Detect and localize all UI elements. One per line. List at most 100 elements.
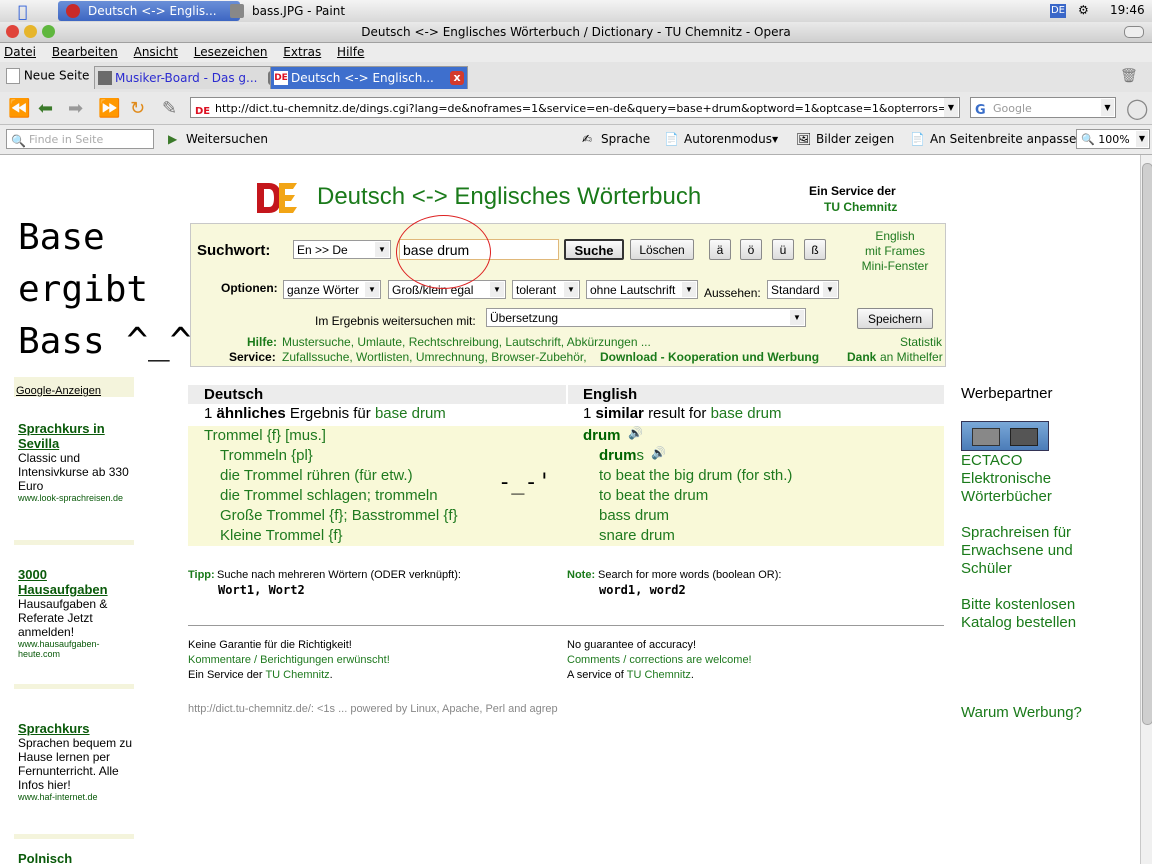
menu-extras[interactable]: Extras	[283, 43, 321, 62]
apple-icon[interactable]: 	[18, 2, 28, 21]
tab-musiker-board[interactable]: Musiker-Board - Das g... x	[94, 66, 286, 89]
comments-link-de[interactable]: Kommentare / Berichtigungen erwünscht!	[188, 654, 390, 666]
binoculars-icon[interactable]: ◯	[1126, 96, 1148, 120]
summary-query-link[interactable]: base drum	[711, 405, 782, 422]
menu-lesezeichen[interactable]: Lesezeichen	[194, 43, 268, 62]
fit-width-button[interactable]: An Seitenbreite anpassen	[930, 132, 1084, 146]
result-en-0[interactable]: drum	[583, 427, 621, 444]
service-links[interactable]: Zufallssuche, Wortlisten, Umrechnung, Br…	[282, 350, 587, 364]
speaker-icon[interactable]: 🔊	[651, 446, 666, 460]
reload-icon[interactable]: ↻	[130, 98, 145, 119]
result-en-5[interactable]: snare drum	[599, 527, 675, 544]
url-dropdown-icon[interactable]: ▼	[944, 98, 958, 117]
ectaco-image[interactable]	[961, 421, 1049, 451]
ad-item[interactable]: Sprachkurs Sprachen bequem zu Hause lern…	[14, 695, 134, 839]
summary-query-link[interactable]: base drum	[375, 405, 446, 422]
result-de-3[interactable]: die Trommel schlagen; trommeln	[220, 487, 438, 504]
tu-chemnitz-link[interactable]: TU Chemnitz	[824, 200, 897, 214]
result-de-5[interactable]: Kleine Trommel {f}	[220, 527, 343, 544]
ad-item[interactable]: Sprachkurs in Sevilla Classic und Intens…	[14, 403, 134, 545]
speaker-icon[interactable]: 🔊	[628, 426, 643, 440]
ad-url[interactable]: www.hausaufgaben-heute.com	[18, 639, 134, 659]
maximize-window-icon[interactable]	[42, 25, 55, 38]
fast-forward-icon[interactable]: ⏩	[98, 98, 120, 119]
download-link[interactable]: Download - Kooperation und Werbung	[600, 350, 819, 364]
why-ads-link[interactable]: Warum Werbung?	[961, 704, 1082, 721]
scrollbar-thumb[interactable]	[1142, 163, 1152, 725]
mini-window-link[interactable]: Mini-Fenster	[849, 259, 941, 273]
find-next-button[interactable]: Weitersuchen	[186, 132, 268, 146]
direction-select[interactable]: En >> De ▼	[293, 240, 391, 259]
close-window-icon[interactable]	[6, 25, 19, 38]
result-de-4[interactable]: Große Trommel {f}; Basstrommel {f}	[220, 507, 458, 524]
ad-title[interactable]: Sprachkurs	[18, 721, 134, 736]
english-link[interactable]: English	[849, 229, 941, 243]
ad-url[interactable]: www.haf-internet.de	[18, 792, 134, 802]
toolbar-toggle-icon[interactable]	[1124, 26, 1144, 38]
address-field[interactable]: DE http://dict.tu-chemnitz.de/dings.cgi?…	[190, 97, 960, 118]
chevron-down-icon[interactable]: ▼	[1101, 99, 1114, 116]
thanks-link[interactable]: Dank	[847, 350, 876, 364]
menu-hilfe[interactable]: Hilfe	[337, 43, 364, 62]
result-de-0[interactable]: Trommel {f} [mus.]	[204, 427, 326, 444]
forward-icon[interactable]: ➡	[68, 98, 83, 119]
ad-url[interactable]: www.look-sprachreisen.de	[18, 493, 134, 503]
trash-icon[interactable]: 🗑	[1120, 68, 1138, 84]
language-button[interactable]: Sprache	[601, 132, 650, 146]
dict-logo-icon[interactable]	[255, 181, 299, 215]
ad-item[interactable]: Polnisch	[14, 845, 134, 864]
web-search-field[interactable]: G Google ▼	[970, 97, 1116, 118]
ad-title[interactable]: Sprachkurs in Sevilla	[18, 421, 134, 451]
ad-item[interactable]: 3000 Hausaufgaben Hausaufgaben & Referat…	[14, 551, 134, 689]
ads-label[interactable]: Google-Anzeigen	[14, 377, 134, 397]
result-de-2[interactable]: die Trommel rühren (für etw.)	[220, 467, 413, 484]
ad-title[interactable]: Polnisch	[18, 851, 134, 864]
comments-link-en[interactable]: Comments / corrections are welcome!	[567, 654, 752, 666]
author-mode-button[interactable]: Autorenmodus	[684, 132, 772, 146]
new-tab-button[interactable]: Neue Seite	[6, 68, 89, 84]
tu-link[interactable]: TU Chemnitz	[265, 669, 329, 681]
statistics-link[interactable]: Statistik	[900, 335, 942, 349]
save-button[interactable]: Speichern	[857, 308, 933, 329]
taskbar-opera[interactable]: Deutsch <-> Englis...	[58, 1, 240, 21]
words-select[interactable]: ganze Wörter ▼	[283, 280, 381, 299]
search-button[interactable]: Suche	[564, 239, 624, 260]
tolerance-select[interactable]: tolerant ▼	[512, 280, 580, 299]
close-tab-icon[interactable]: x	[450, 71, 464, 85]
result-en-4[interactable]: bass drum	[599, 507, 669, 524]
back-icon[interactable]: ⬅	[38, 98, 53, 119]
tu-link[interactable]: TU Chemnitz	[627, 669, 691, 681]
menu-ansicht[interactable]: Ansicht	[134, 43, 178, 62]
char-button-oe[interactable]: ö	[740, 239, 762, 260]
frames-link[interactable]: mit Frames	[849, 244, 941, 258]
language-indicator[interactable]: DE	[1050, 4, 1066, 18]
ectaco-link[interactable]: ECTACO Elektronische Wörterbücher	[961, 452, 1071, 506]
result-en-3[interactable]: to beat the drum	[599, 487, 708, 504]
menu-bearbeiten[interactable]: Bearbeiten	[52, 43, 118, 62]
language-travel-link[interactable]: Sprachreisen für Erwachsene und Schüler	[961, 524, 1091, 578]
help-links[interactable]: Mustersuche, Umlaute, Rechtschreibung, L…	[282, 335, 651, 349]
rewind-icon[interactable]: ⏪	[8, 98, 30, 119]
result-en-2[interactable]: to beat the big drum (for sth.)	[599, 467, 792, 484]
helpers-link[interactable]: an Mithelfer	[880, 350, 943, 364]
clear-button[interactable]: Löschen	[630, 239, 694, 260]
ad-title[interactable]: 3000 Hausaufgaben	[18, 567, 134, 597]
result-en-1[interactable]: drums	[599, 447, 644, 464]
minimize-window-icon[interactable]	[24, 25, 37, 38]
char-button-ue[interactable]: ü	[772, 239, 794, 260]
chevron-down-icon[interactable]: ▼	[772, 135, 778, 144]
network-icon[interactable]: ⚙	[1078, 3, 1089, 17]
show-images-button[interactable]: Bilder zeigen	[816, 132, 894, 146]
edit-icon[interactable]: ✎	[162, 98, 177, 119]
tab-dictionary[interactable]: DE Deutsch <-> Englisch... x	[270, 66, 468, 89]
within-select[interactable]: Übersetzung ▼	[486, 308, 806, 327]
look-select[interactable]: Standard ▼	[767, 280, 839, 299]
find-input[interactable]: 🔍 Finde in Seite	[6, 129, 154, 149]
vertical-scrollbar[interactable]	[1140, 155, 1152, 864]
char-button-ss[interactable]: ß	[804, 239, 826, 260]
char-button-ae[interactable]: ä	[709, 239, 731, 260]
phonetic-select[interactable]: ohne Lautschrift ▼	[586, 280, 698, 299]
zoom-select[interactable]: 🔍 100% ▼	[1076, 129, 1150, 149]
chevron-down-icon[interactable]: ▼	[1136, 131, 1148, 147]
menu-datei[interactable]: Datei	[4, 43, 36, 62]
